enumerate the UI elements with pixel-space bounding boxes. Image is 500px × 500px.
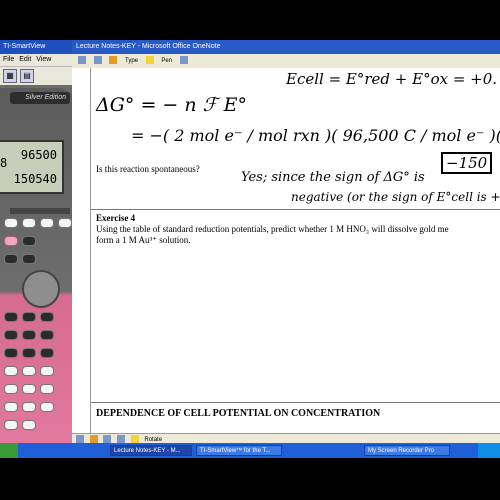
key-4[interactable] bbox=[4, 384, 18, 394]
key-trace[interactable] bbox=[58, 218, 72, 228]
system-tray bbox=[478, 443, 500, 458]
key-mode[interactable] bbox=[22, 236, 36, 246]
calculator-dpad[interactable] bbox=[22, 270, 60, 308]
key-7[interactable] bbox=[4, 366, 18, 376]
desktop: TI-SmartView File Edit View ▦ ▤ Silver E… bbox=[0, 40, 500, 458]
section-divider-1 bbox=[91, 209, 500, 210]
type-tool-label[interactable]: Type bbox=[125, 58, 138, 64]
key-window[interactable] bbox=[22, 218, 36, 228]
menu-file[interactable]: File bbox=[3, 56, 14, 63]
calculator-display: 96500 8 150540 bbox=[0, 140, 64, 194]
calculator-titlebar: TI-SmartView bbox=[0, 40, 80, 54]
key-apps[interactable] bbox=[22, 312, 36, 322]
key-square[interactable] bbox=[4, 348, 18, 358]
key-y-equals[interactable] bbox=[4, 218, 18, 228]
calculator-toolbar: ▦ ▤ bbox=[0, 66, 80, 85]
handwritten-spontaneous-answer-2: negative (or the sign of E°cell is + bbox=[291, 190, 500, 204]
display-line-1: 96500 bbox=[20, 148, 57, 162]
handwritten-spontaneous-answer: Yes; since the sign of ΔG° is bbox=[241, 170, 425, 185]
key-2nd[interactable] bbox=[4, 236, 18, 246]
page-margin bbox=[72, 68, 90, 433]
key-sin[interactable] bbox=[22, 330, 36, 340]
key-cos[interactable] bbox=[40, 330, 54, 340]
eraser-icon[interactable] bbox=[179, 56, 188, 65]
calculator-menubar: File Edit View bbox=[0, 54, 80, 66]
key-2[interactable] bbox=[22, 402, 36, 412]
redo-icon[interactable] bbox=[93, 56, 102, 65]
key-xt[interactable] bbox=[22, 254, 36, 264]
onenote-titlebar: Lecture Notes-KEY - Microsoft Office One… bbox=[72, 40, 500, 54]
key-1[interactable] bbox=[4, 402, 18, 412]
undo-icon[interactable] bbox=[78, 56, 86, 65]
key-8[interactable] bbox=[22, 366, 36, 376]
key-6[interactable] bbox=[40, 384, 54, 394]
key-9[interactable] bbox=[40, 366, 54, 376]
section-divider-2 bbox=[91, 402, 500, 403]
section-heading: DEPENDENCE OF CELL POTENTIAL ON CONCENTR… bbox=[96, 408, 381, 419]
display-partial: 8 bbox=[0, 156, 8, 170]
key-zoom[interactable] bbox=[40, 218, 54, 228]
onenote-toolbar: Type Pen bbox=[72, 54, 500, 69]
key-decimal[interactable] bbox=[22, 420, 36, 430]
taskbar-item-smartview[interactable]: TI-SmartView™ for the T... bbox=[196, 445, 282, 456]
key-math[interactable] bbox=[4, 312, 18, 322]
capture-icon[interactable]: ▦ bbox=[3, 69, 17, 83]
exercise-title: Exercise 4 bbox=[96, 213, 136, 223]
menu-edit[interactable]: Edit bbox=[19, 56, 31, 63]
key-inverse[interactable] bbox=[4, 330, 18, 340]
calculator-brand: Silver Edition bbox=[10, 92, 70, 104]
start-button[interactable] bbox=[0, 443, 18, 458]
note-page: Ecell = E°red + E°ox = +0. ΔG° = − n ℱ E… bbox=[90, 68, 500, 433]
taskbar-item-onenote[interactable]: Lecture Notes-KEY - M... bbox=[110, 445, 192, 456]
pen-icon[interactable] bbox=[109, 56, 118, 65]
exercise-text-line-1: Using the table of standard reduction po… bbox=[96, 224, 449, 234]
taskbar: Lecture Notes-KEY - M... TI-SmartView™ f… bbox=[0, 443, 500, 458]
key-prgm[interactable] bbox=[40, 312, 54, 322]
keypress-icon[interactable]: ▤ bbox=[20, 69, 34, 83]
key-paren[interactable] bbox=[40, 348, 54, 358]
menu-view[interactable]: View bbox=[36, 56, 51, 63]
pen-tool-label[interactable]: Pen bbox=[161, 58, 172, 64]
onenote-window: Lecture Notes-KEY - Microsoft Office One… bbox=[72, 40, 500, 458]
display-line-2: 150540 bbox=[13, 172, 57, 186]
key-5[interactable] bbox=[22, 384, 36, 394]
key-3[interactable] bbox=[40, 402, 54, 412]
calculator-window: TI-SmartView File Edit View ▦ ▤ Silver E… bbox=[0, 40, 80, 458]
exercise-text-line-2: form a 1 M Au³⁺ solution. bbox=[96, 235, 191, 245]
calculator-bezel bbox=[10, 208, 70, 214]
taskbar-item-recorder[interactable]: My Screen Recorder Pro bbox=[364, 445, 450, 456]
key-alpha[interactable] bbox=[4, 254, 18, 264]
question-spontaneous: Is this reaction spontaneous? bbox=[96, 164, 200, 174]
handwritten-gibbs-calculation: = −( 2 mol e⁻ / mol rxn )( 96,500 C / mo… bbox=[131, 126, 500, 145]
handwritten-gibbs-formula: ΔG° = − n ℱ E° bbox=[96, 94, 247, 116]
key-0[interactable] bbox=[4, 420, 18, 430]
key-comma[interactable] bbox=[22, 348, 36, 358]
handwritten-ecell-equation: Ecell = E°red + E°ox = +0. bbox=[286, 70, 498, 88]
highlighter-icon[interactable] bbox=[145, 56, 154, 65]
handwritten-answer-box: −150 bbox=[441, 152, 493, 174]
